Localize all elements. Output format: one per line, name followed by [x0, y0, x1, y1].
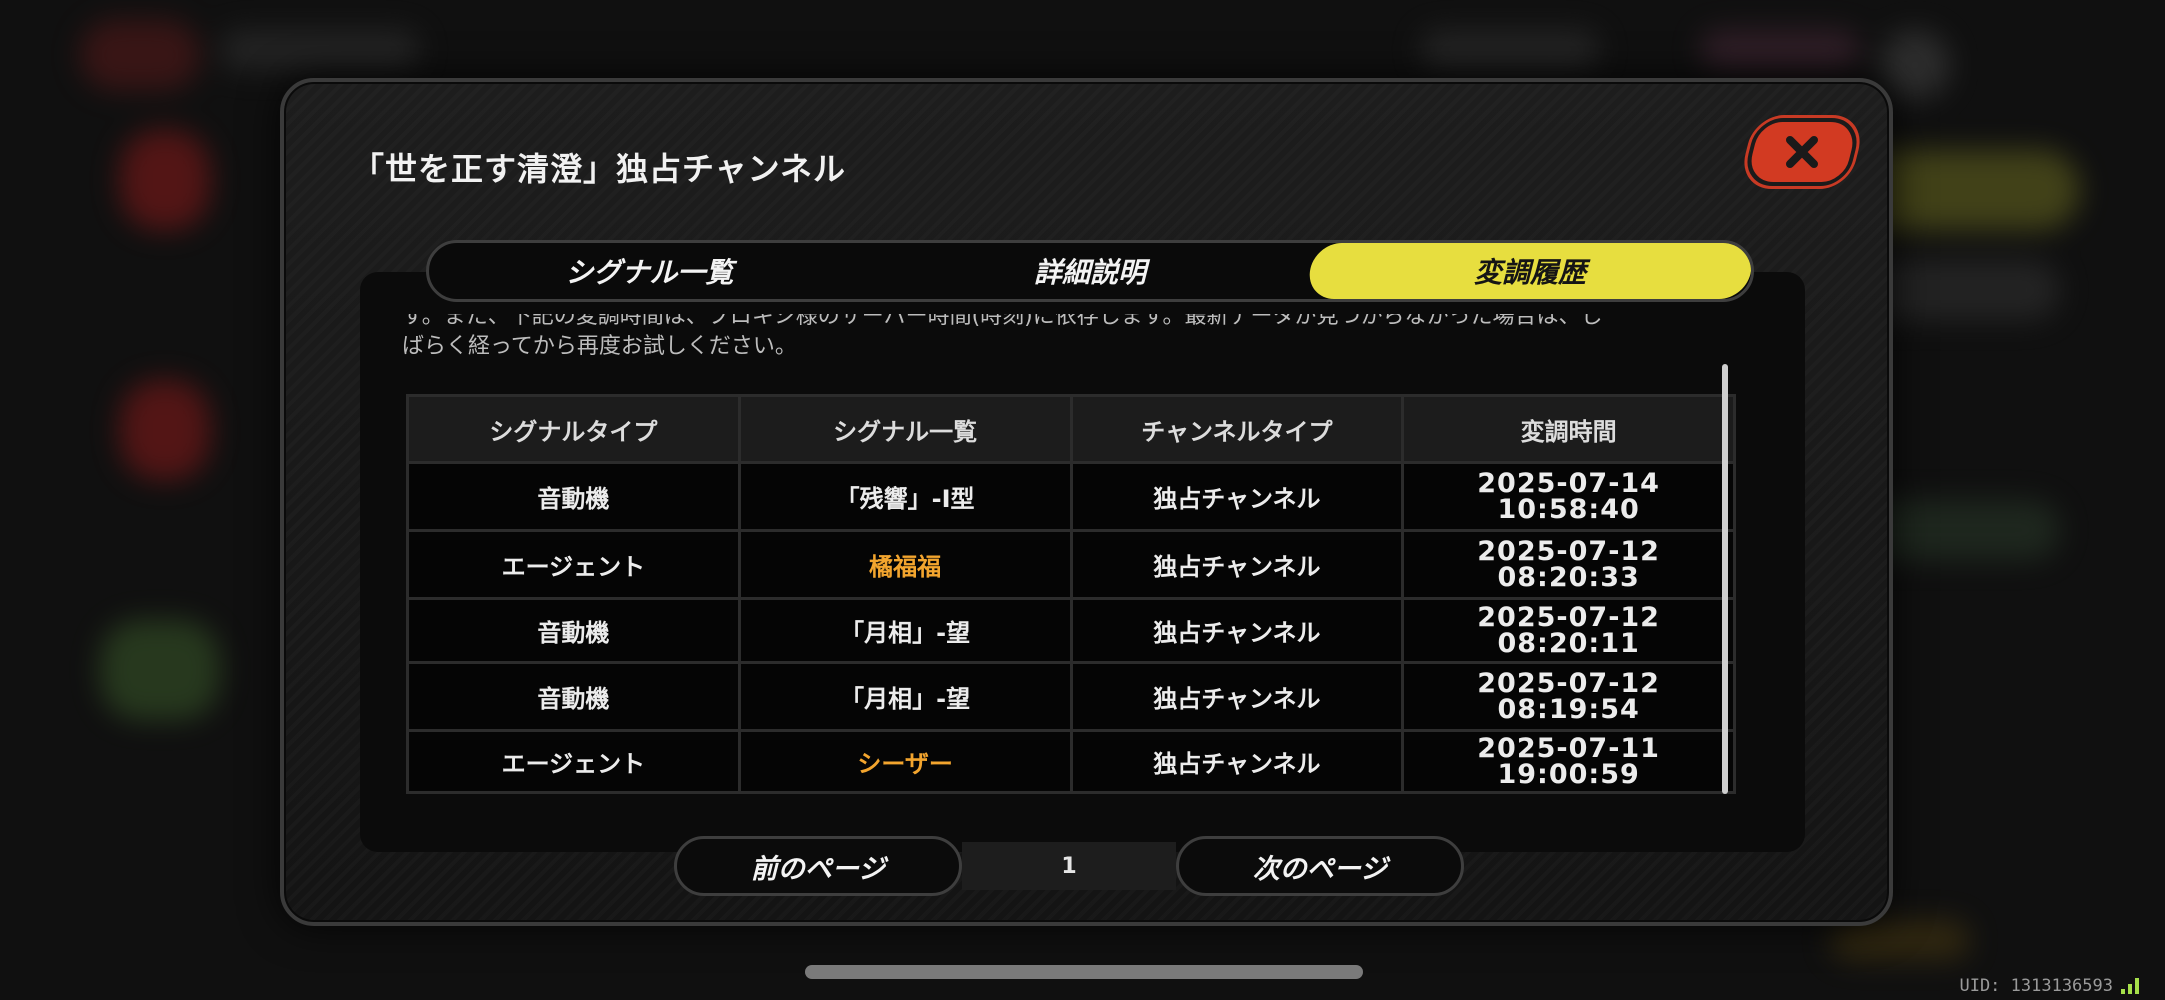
cell-signal-name: 「月相」-望: [737, 597, 1073, 664]
time-date: 2025-07-14: [1477, 467, 1660, 499]
column-header-modulation-time: 変調時間: [1401, 394, 1736, 464]
prev-page-button[interactable]: 前のページ: [674, 836, 962, 896]
cell-modulation-time: 2025-07-14 10:58:40: [1401, 461, 1736, 532]
pagination: 前のページ 1 次のページ: [674, 836, 1464, 896]
cell-signal-name: 橘福福: [737, 529, 1073, 600]
tab-signal-list[interactable]: シグナル一覧: [429, 243, 870, 299]
time-date: 2025-07-11 19:00:59: [1477, 732, 1660, 790]
cell-signal-name: シーザー: [737, 729, 1073, 794]
cell-modulation-time: 2025-07-11 19:00:59: [1401, 729, 1736, 794]
tab-modulation-history[interactable]: 変調履歴: [1306, 243, 1751, 299]
table-row: 音動機 「月相」-望 独占チャンネル 2025-07-12 08:20:11: [406, 597, 1736, 664]
time-date: 2025-07-12: [1477, 667, 1660, 699]
table-row: 音動機 「月相」-望 独占チャンネル 2025-07-12 08:19:54: [406, 661, 1736, 732]
uid-display: UID: 1313136593: [1959, 976, 2139, 996]
cell-modulation-time: 2025-07-12 08:20:33: [1401, 529, 1736, 600]
cell-signal-name: 「残響」-Ⅰ型: [737, 461, 1073, 532]
description-line: ばらく経ってから再度お試しください。: [402, 334, 797, 359]
table-row: 音動機 「残響」-Ⅰ型 独占チャンネル 2025-07-14 10:58:40: [406, 461, 1736, 532]
cell-channel-type: 独占チャンネル: [1069, 529, 1405, 600]
exclusive-channel-modal: 「世を正す清澄」独占チャンネル シグナル一覧 詳細説明 変調履歴 す。また、下記…: [280, 78, 1893, 926]
column-header-signal-type: シグナルタイプ: [406, 394, 741, 464]
uid-text: UID: 1313136593: [1959, 976, 2113, 996]
cell-signal-type: エージェント: [406, 529, 741, 600]
cell-channel-type: 独占チャンネル: [1069, 461, 1405, 532]
time-date: 2025-07-12 08:20:11: [1477, 601, 1660, 659]
time-clock: 08:19:54: [1497, 693, 1640, 725]
tab-details[interactable]: 詳細説明: [870, 243, 1311, 299]
modal-title: 「世を正す清澄」独占チャンネル: [352, 150, 847, 188]
tab-label: 変調履歴: [1474, 256, 1587, 289]
current-page-number: 1: [962, 842, 1176, 890]
close-button[interactable]: [1740, 118, 1864, 186]
table-header-row: シグナルタイプ シグナル一覧 チャンネルタイプ 変調時間: [406, 394, 1736, 464]
cell-modulation-time: 2025-07-12 08:19:54: [1401, 661, 1736, 732]
cell-channel-type: 独占チャンネル: [1069, 729, 1405, 794]
tab-label: 詳細説明: [1034, 256, 1147, 289]
tab-bar: シグナル一覧 詳細説明 変調履歴: [426, 240, 1754, 302]
cell-signal-name: 「月相」-望: [737, 661, 1073, 732]
time-date: 2025-07-12: [1477, 535, 1660, 567]
modulation-history-table: シグナルタイプ シグナル一覧 チャンネルタイプ 変調時間 音動機 「残響」-Ⅰ型…: [406, 394, 1736, 794]
signal-strength-icon: [2121, 978, 2139, 994]
table-scrollbar[interactable]: [1722, 364, 1728, 794]
table-row: エージェント 橘福福 独占チャンネル 2025-07-12 08:20:33: [406, 529, 1736, 600]
cell-channel-type: 独占チャンネル: [1069, 597, 1405, 664]
cell-channel-type: 独占チャンネル: [1069, 661, 1405, 732]
cell-signal-type: 音動機: [406, 661, 741, 732]
time-clock: 10:58:40: [1497, 493, 1640, 525]
table-row: エージェント シーザー 独占チャンネル 2025-07-11 19:00:59: [406, 729, 1736, 794]
cell-signal-type: 音動機: [406, 461, 741, 532]
home-indicator[interactable]: [805, 965, 1363, 979]
cell-signal-type: エージェント: [406, 729, 741, 794]
close-icon: [1786, 136, 1818, 168]
description-line: す。また、下記の変調時間は、プロキシ様のサーバー時間(時刻)に依存します。最新デ…: [402, 314, 1603, 329]
description-text: す。また、下記の変調時間は、プロキシ様のサーバー時間(時刻)に依存します。最新デ…: [402, 314, 1742, 372]
time-clock: 08:20:33: [1497, 561, 1640, 593]
column-header-channel-type: チャンネルタイプ: [1069, 394, 1405, 464]
next-page-button[interactable]: 次のページ: [1176, 836, 1464, 896]
tab-label: シグナル一覧: [565, 256, 734, 289]
cell-signal-type: 音動機: [406, 597, 741, 664]
column-header-signal-list: シグナル一覧: [737, 394, 1073, 464]
cell-modulation-time: 2025-07-12 08:20:11: [1401, 597, 1736, 664]
